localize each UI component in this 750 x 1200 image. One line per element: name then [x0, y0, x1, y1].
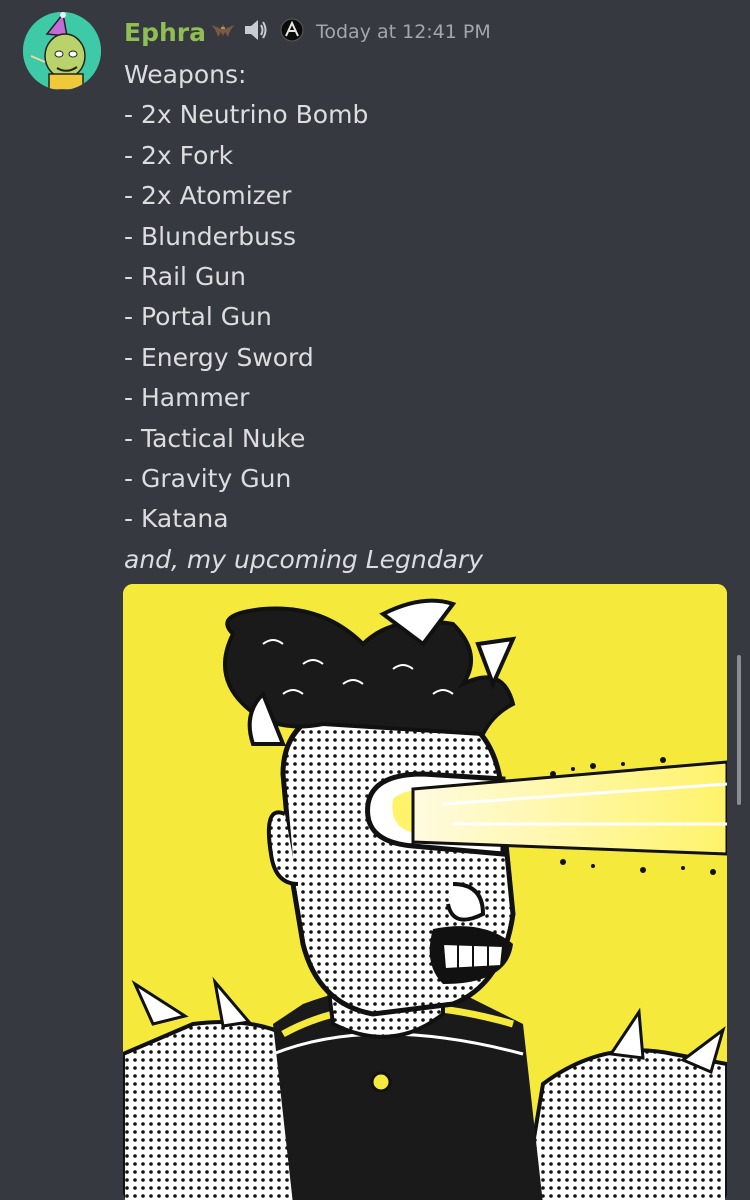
list-item: - Gravity Gun — [124, 463, 292, 493]
list-item: - Energy Sword — [124, 342, 314, 372]
bat-icon — [208, 15, 238, 49]
image-attachment[interactable] — [123, 584, 727, 1200]
list-item: - Blunderbuss — [124, 221, 297, 251]
list-item: Weapons: — [124, 60, 247, 89]
comic-character-image — [123, 584, 727, 1200]
list-item: - Portal Gun — [124, 302, 272, 332]
edge-icon — [280, 18, 304, 46]
message-timestamp: Today at 12:41 PM — [315, 21, 491, 43]
list-item: - Katana — [124, 504, 229, 534]
list-item: - 2x Neutrino Bomb — [124, 100, 369, 130]
list-item: - 2x Fork — [124, 140, 234, 170]
user-avatar[interactable] — [23, 12, 101, 90]
emphasis-line: and, my upcoming Legndary — [124, 544, 484, 574]
scrollbar-thumb[interactable] — [737, 655, 741, 805]
list-item: - Tactical Nuke — [124, 423, 306, 453]
avatar-image — [23, 12, 101, 90]
chat-message: Ephra Today at 12:41 PM Weapons: - 2x Ne… — [0, 0, 750, 1200]
speaker-icon — [240, 15, 270, 49]
username[interactable]: Ephra — [124, 18, 206, 47]
list-item: - 2x Atomizer — [124, 181, 292, 211]
message-content: Weapons: - 2x Neutrino Bomb - 2x Fork - … — [124, 55, 483, 580]
list-item: - Rail Gun — [124, 261, 247, 291]
list-item: - Hammer — [124, 383, 250, 413]
message-header: Ephra Today at 12:41 PM — [124, 14, 491, 50]
